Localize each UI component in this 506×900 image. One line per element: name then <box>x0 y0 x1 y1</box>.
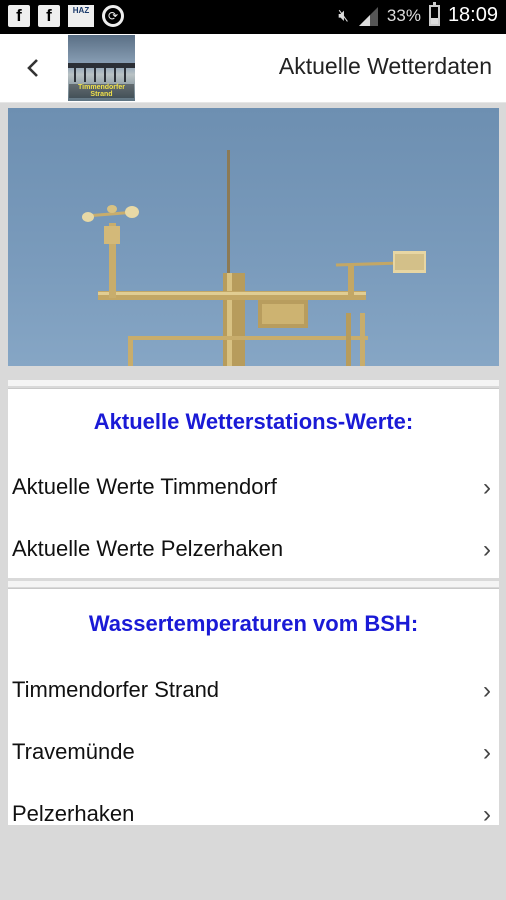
list-item-label: Aktuelle Werte Timmendorf <box>12 474 277 499</box>
list-item-label: Pelzerhaken <box>12 801 135 825</box>
list-item-pelzerhaken-values[interactable]: Aktuelle Werte Pelzerhaken › <box>12 528 495 572</box>
chevron-right-icon: › <box>483 677 491 704</box>
battery-percent: 33% <box>386 5 421 25</box>
app-bar: Timmendorfer Strand Aktuelle Wetterdaten <box>0 34 506 103</box>
status-bar: f f HAZ ⟳ 🔇︎ 33% 18:09 <box>0 0 506 34</box>
back-button[interactable] <box>18 52 48 84</box>
list-item-label: Aktuelle Werte Pelzerhaken <box>12 536 284 561</box>
chevron-right-icon: › <box>483 801 491 825</box>
system-icons: 🔇︎ 33% 18:09 <box>338 2 498 27</box>
sync-icon: ⟳ <box>102 5 124 27</box>
facebook-icon: f <box>8 5 30 27</box>
weather-station-photo <box>82 150 426 366</box>
chevron-right-icon: › <box>483 474 491 501</box>
chevron-right-icon: › <box>483 536 491 563</box>
list-item-label: Timmendorfer Strand <box>12 677 220 702</box>
battery-icon <box>428 2 440 26</box>
page-title: Aktuelle Wetterdaten <box>278 53 492 79</box>
notification-icons: f f HAZ ⟳ <box>8 5 124 27</box>
list-item-label: Travemünde <box>12 739 135 764</box>
list-item-timmendorf-values[interactable]: Aktuelle Werte Timmendorf › <box>12 466 495 510</box>
section-weather-stations: Aktuelle Wetterstations-Werte: Aktuelle … <box>8 389 499 578</box>
chevron-right-icon: › <box>483 739 491 766</box>
app-logo[interactable]: Timmendorfer Strand <box>68 35 135 101</box>
section-title: Wassertemperaturen vom BSH: <box>88 611 419 636</box>
weather-station-image <box>8 108 499 366</box>
list-item-travemuende[interactable]: Travemünde › <box>12 731 495 775</box>
facebook-icon: f <box>38 5 60 27</box>
logo-text: Timmendorfer Strand <box>69 84 134 98</box>
haz-app-icon: HAZ <box>68 5 94 27</box>
list-item-timmendorfer-strand[interactable]: Timmendorfer Strand › <box>12 669 495 713</box>
mute-icon: 🔇︎ <box>338 5 349 25</box>
chevron-left-icon <box>27 59 38 77</box>
section-title: Aktuelle Wetterstations-Werte: <box>93 409 414 434</box>
list-item-pelzerhaken-water[interactable]: Pelzerhaken › <box>12 793 495 825</box>
section-water-temperatures: Wassertemperaturen vom BSH: Timmendorfer… <box>8 589 499 825</box>
clock: 18:09 <box>447 4 498 26</box>
signal-icon <box>358 6 378 26</box>
